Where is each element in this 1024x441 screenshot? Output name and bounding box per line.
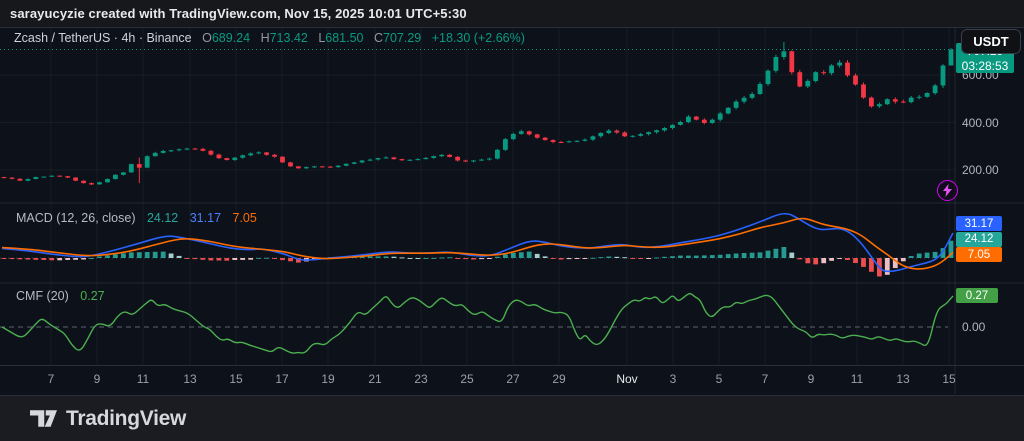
cmf-line [2,294,953,353]
time-axis-label: 15 [931,372,967,386]
bar-countdown: 03:28:53 [956,58,1014,73]
time-axis-label: 19 [310,372,346,386]
price-axis-label: 400.00 [962,116,999,130]
lightning-bolt-glyph [942,184,953,197]
macd-hist-tag: 24.12 [956,232,1002,247]
time-axis-label: 11 [839,372,875,386]
macd-title[interactable]: MACD (12, 26, close) [16,211,135,225]
macd-signal-value: 7.05 [233,211,257,225]
tradingview-snapshot: sarayucyzie created with TradingView.com… [0,0,1024,441]
cmf-value: 0.27 [80,289,104,303]
time-axis[interactable]: 7911131517192123252729Nov3579111315 [0,365,1024,395]
close-value: 707.29 [383,31,421,45]
macd-line-tag: 31.17 [956,216,1002,231]
time-axis-label: 27 [495,372,531,386]
high-value: 713.42 [270,31,308,45]
time-axis-label: 29 [541,372,577,386]
cmf-value-tag: 0.27 [956,288,998,303]
macd-legend[interactable]: MACD (12, 26, close) 24.12 31.17 7.05 [16,211,257,225]
time-axis-label: 23 [403,372,439,386]
close-label: C [374,31,383,45]
open-value: 689.24 [212,31,250,45]
time-axis-label: 17 [264,372,300,386]
time-axis-label: 15 [218,372,254,386]
cmf-legend[interactable]: CMF (20) 0.27 [16,289,105,303]
time-axis-label: 9 [79,372,115,386]
time-axis-label: 25 [449,372,485,386]
open-label: O [202,31,212,45]
time-axis-label: 7 [33,372,69,386]
lightning-icon[interactable] [937,180,958,201]
cmf-zero-label: 0.00 [962,320,985,334]
cmf-title[interactable]: CMF (20) [16,289,69,303]
time-axis-label: 5 [701,372,737,386]
currency-toggle-button[interactable]: USDT [961,29,1021,54]
change-value: +18.30 (+2.66%) [432,31,525,45]
chart-area[interactable]: Zcash / TetherUS · 4h · Binance O689.24 … [0,0,1024,441]
time-axis-label: 13 [172,372,208,386]
symbol-title[interactable]: Zcash / TetherUS · 4h · Binance [14,31,192,45]
time-axis-label: 21 [357,372,393,386]
time-axis-label: 3 [655,372,691,386]
tradingview-logo-icon[interactable] [30,410,57,427]
time-axis-label: 13 [885,372,921,386]
time-axis-label: 9 [793,372,829,386]
price-axis-label: 200.00 [962,163,999,177]
footer-bar: TradingView [0,395,1024,441]
high-label: H [261,31,270,45]
time-axis-label: Nov [609,372,645,386]
macd-signal-tag: 7.05 [956,247,1002,262]
time-axis-label: 7 [747,372,783,386]
tradingview-logo-text[interactable]: TradingView [66,407,186,431]
time-axis-label: 11 [125,372,161,386]
macd-line-value: 31.17 [190,211,221,225]
symbol-legend[interactable]: Zcash / TetherUS · 4h · Binance O689.24 … [14,31,525,45]
low-value: 681.50 [325,31,363,45]
macd-hist-value: 24.12 [147,211,178,225]
